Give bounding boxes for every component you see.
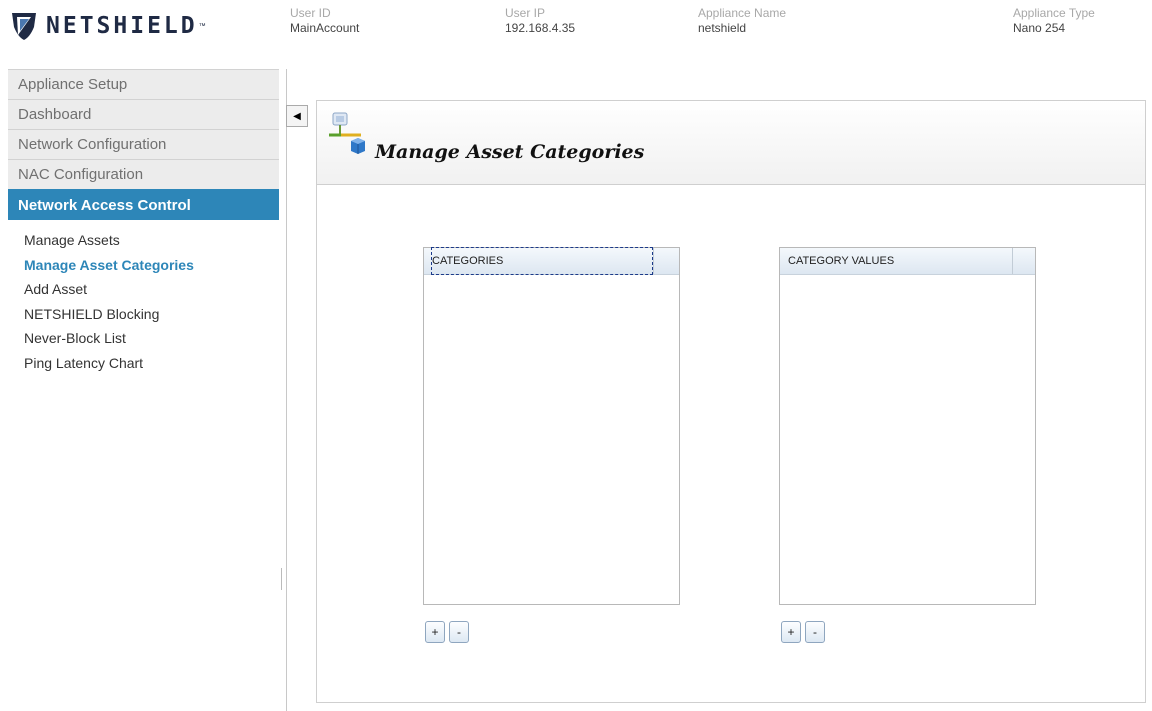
categories-list[interactable]: CATEGORIES (423, 247, 680, 605)
user-ip-value: 192.168.4.35 (505, 21, 576, 35)
add-category-value-button[interactable]: + (781, 621, 801, 643)
remove-category-button[interactable]: - (449, 621, 469, 643)
remove-category-value-button[interactable]: - (805, 621, 825, 643)
main-panel: Manage Asset Categories CATEGORIES + - C… (316, 100, 1146, 703)
categories-header-label: CATEGORIES (431, 247, 653, 275)
sidebar-item-dashboard[interactable]: Dashboard (8, 99, 279, 129)
user-id-label: User ID (290, 6, 331, 20)
sidebar-item-appliance-setup[interactable]: Appliance Setup (8, 69, 279, 99)
sidebar-link-ping-latency-chart[interactable]: Ping Latency Chart (8, 351, 279, 376)
user-id-info: User ID MainAccount (290, 6, 359, 36)
user-ip-label: User IP (505, 6, 546, 20)
appliance-name-value: netshield (698, 21, 747, 35)
sidebar-nav: Appliance Setup Dashboard Network Config… (8, 69, 279, 375)
asset-categories-icon (329, 112, 365, 154)
sidebar-submenu: Manage Assets Manage Asset Categories Ad… (8, 220, 279, 375)
appliance-type-label: Appliance Type (1013, 6, 1095, 20)
category-values-column-header[interactable]: CATEGORY VALUES (780, 248, 1035, 275)
top-header: NETSHIELD ™ User ID MainAccount User IP … (0, 0, 1152, 66)
category-values-list[interactable]: CATEGORY VALUES (779, 247, 1036, 605)
brand-name: NETSHIELD (46, 13, 198, 39)
category-values-header-label: CATEGORY VALUES (788, 255, 895, 267)
sidebar-item-nac-configuration[interactable]: NAC Configuration (8, 159, 279, 189)
sidebar-link-netshield-blocking[interactable]: NETSHIELD Blocking (8, 302, 279, 327)
sidebar-link-never-block-list[interactable]: Never-Block List (8, 326, 279, 351)
collapse-sidebar-button[interactable]: ◀ (286, 105, 308, 127)
shield-icon (12, 13, 36, 40)
netshield-logo: NETSHIELD ™ (10, 10, 206, 42)
categories-column-header[interactable]: CATEGORIES (424, 247, 679, 275)
panel-header: Manage Asset Categories (317, 101, 1145, 185)
triangle-left-icon: ◀ (293, 110, 301, 122)
sidebar-item-network-configuration[interactable]: Network Configuration (8, 129, 279, 159)
sidebar-link-manage-asset-categories[interactable]: Manage Asset Categories (8, 253, 279, 278)
sidebar-divider (286, 69, 287, 711)
trademark-mark: ™ (198, 22, 206, 30)
resize-grip[interactable] (281, 568, 282, 590)
appliance-name-label: Appliance Name (698, 6, 787, 20)
appliance-type-info: Appliance Type Nano 254 (1013, 6, 1095, 36)
sidebar-link-manage-assets[interactable]: Manage Assets (8, 228, 279, 253)
appliance-name-info: Appliance Name netshield (698, 6, 786, 36)
user-ip-info: User IP 192.168.4.35 (505, 6, 575, 36)
page-title: Manage Asset Categories (375, 141, 645, 163)
user-id-value: MainAccount (290, 21, 360, 35)
appliance-type-value: Nano 254 (1013, 21, 1066, 35)
sidebar-item-network-access-control[interactable]: Network Access Control (8, 189, 279, 220)
column-separator (1012, 248, 1013, 274)
column-separator (653, 248, 654, 274)
sidebar-link-add-asset[interactable]: Add Asset (8, 277, 279, 302)
add-category-button[interactable]: + (425, 621, 445, 643)
